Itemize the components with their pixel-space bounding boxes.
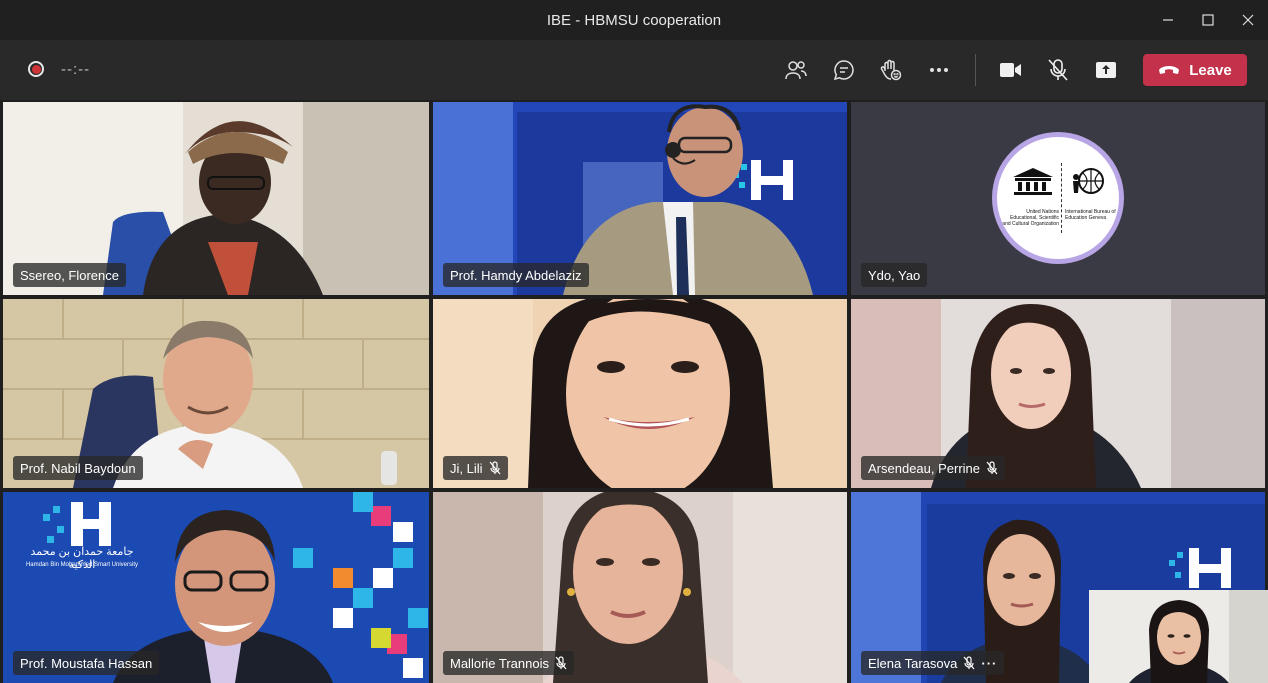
mic-off-icon <box>1048 59 1068 81</box>
participant-name: Mallorie Trannois <box>450 655 549 671</box>
meeting-timer: --:-- <box>61 61 91 78</box>
video-grid: Ssereo, Florence Prof. Hamdy Abdelaziz U… <box>0 100 1268 683</box>
participant-name: Ssereo, Florence <box>20 267 119 283</box>
participant-name-tag: Prof. Nabil Baydoun <box>13 456 143 480</box>
participant-name-tag: Elena Tarasova ··· <box>861 651 1005 675</box>
unesco-ibe-logo: United Nations Educational, Scientific a… <box>992 132 1124 264</box>
participant-name: Ydo, Yao <box>868 267 921 283</box>
mic-off-icon <box>963 656 975 670</box>
close-button[interactable] <box>1228 0 1268 40</box>
mic-off-icon <box>489 461 501 475</box>
reactions-button[interactable] <box>877 56 905 84</box>
more-options-icon <box>930 68 948 72</box>
video-tile-ssereo-florence[interactable]: Ssereo, Florence <box>3 102 429 295</box>
participant-name-tag: Prof. Moustafa Hassan <box>13 651 160 675</box>
raise-hand-icon <box>880 59 902 81</box>
video-tile-mallorie-trannois[interactable]: Mallorie Trannois <box>433 492 847 683</box>
video-tile-arsendeau-perrine[interactable]: Arsendeau, Perrine <box>851 299 1265 488</box>
maximize-icon <box>1202 14 1214 26</box>
participants-button[interactable] <box>782 56 810 84</box>
hbmsu-arabic-name: جامعة حمدان بن محمد الذكية <box>30 546 134 571</box>
maximize-button[interactable] <box>1188 0 1228 40</box>
mic-off-icon <box>555 656 567 670</box>
participant-name-tag: Prof. Hamdy Abdelaziz <box>443 263 589 287</box>
camera-button[interactable] <box>997 56 1025 84</box>
participant-name: Prof. Moustafa Hassan <box>20 655 153 671</box>
title-bar: IBE - HBMSU cooperation <box>0 0 1268 41</box>
participant-name: Prof. Nabil Baydoun <box>20 460 136 476</box>
participant-name-tag: Mallorie Trannois <box>443 651 574 675</box>
camera-icon <box>1000 63 1021 77</box>
share-screen-button[interactable] <box>1092 56 1120 84</box>
video-tile-moustafa-hassan[interactable]: جامعة حمدان بن محمد الذكية Hamdan Bin Mo… <box>3 492 429 683</box>
phone-hangup-icon <box>1159 66 1180 74</box>
chat-icon <box>833 60 854 81</box>
video-tile-ji-lili[interactable]: Ji, Lili <box>433 299 847 488</box>
hbmsu-english-name: Hamdan Bin Mohammed Smart University <box>25 562 139 568</box>
video-tile-nabil-baydoun[interactable]: Prof. Nabil Baydoun <box>3 299 429 488</box>
ibe-text: International Bureau of Education Geneva <box>1065 209 1116 221</box>
share-screen-icon <box>1096 62 1116 78</box>
participants-icon <box>785 61 807 80</box>
close-icon <box>1242 14 1254 26</box>
self-view-image <box>1089 590 1268 683</box>
participant-name-tag: Ji, Lili <box>443 456 508 480</box>
unesco-text: United Nations Educational, Scientific a… <box>1002 209 1059 227</box>
participant-name-tag: Ssereo, Florence <box>13 263 126 287</box>
more-options-button[interactable] <box>925 56 953 84</box>
window-controls <box>1148 0 1268 40</box>
window-title: IBE - HBMSU cooperation <box>546 11 722 29</box>
recording-indicator-icon <box>28 61 44 77</box>
participant-name: Arsendeau, Perrine <box>868 460 981 476</box>
participant-name-tag: Arsendeau, Perrine <box>861 456 1006 480</box>
mic-off-icon <box>986 461 998 475</box>
participant-name: Elena Tarasova <box>868 655 958 671</box>
participant-name: Prof. Hamdy Abdelaziz <box>450 267 582 283</box>
unesco-temple-icon <box>1013 168 1053 195</box>
video-tile-hamdy-abdelaziz[interactable]: Prof. Hamdy Abdelaziz <box>433 102 847 295</box>
leave-label: Leave <box>1189 61 1232 79</box>
participant-name: Ji, Lili <box>450 460 483 476</box>
toolbar-divider <box>975 54 976 86</box>
meeting-toolbar: --:-- Leave <box>0 40 1268 100</box>
participant-more-options-icon[interactable]: ··· <box>981 656 997 671</box>
participant-name-tag: Ydo, Yao <box>861 263 928 287</box>
leave-button[interactable]: Leave <box>1143 54 1247 86</box>
video-tile-ydo-yao[interactable]: United Nations Educational, Scientific a… <box>851 102 1265 295</box>
minimize-icon <box>1163 19 1173 21</box>
self-view-video[interactable] <box>1089 590 1268 683</box>
minimize-button[interactable] <box>1148 0 1188 40</box>
ibe-globe-icon <box>1073 168 1104 194</box>
microphone-button[interactable] <box>1044 56 1072 84</box>
chat-button[interactable] <box>830 56 858 84</box>
